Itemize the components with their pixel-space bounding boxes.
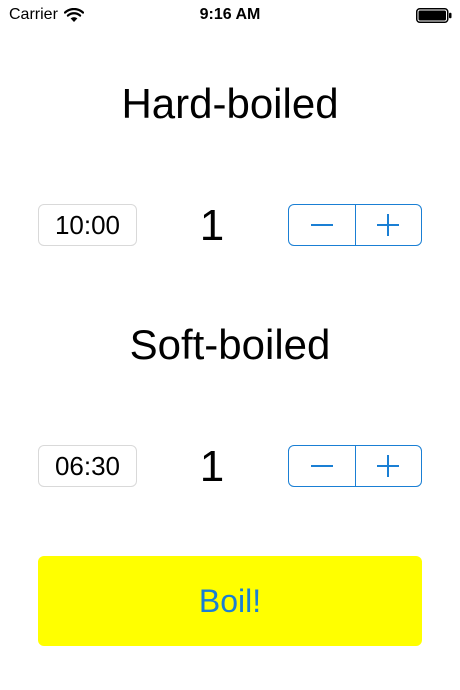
- hard-boiled-decrement-button[interactable]: [289, 205, 355, 245]
- status-time: 9:16 AM: [199, 6, 261, 23]
- soft-boiled-time-label: 06:30: [38, 445, 137, 487]
- plus-icon: [377, 214, 400, 236]
- soft-boiled-title: Soft-boiled: [129, 321, 331, 368]
- minus-icon: [310, 465, 333, 467]
- soft-boiled-decrement-button[interactable]: [289, 446, 355, 486]
- hard-boiled-title: Hard-boiled: [121, 80, 339, 127]
- minus-icon: [310, 224, 333, 226]
- battery-icon: [416, 8, 452, 23]
- soft-boiled-increment-button[interactable]: [354, 446, 422, 486]
- soft-boiled-count: 1: [199, 442, 225, 491]
- hard-boiled-increment-button[interactable]: [354, 205, 422, 245]
- hard-boiled-time-label: 10:00: [38, 204, 137, 246]
- boil-button[interactable]: Boil!: [38, 556, 422, 646]
- hard-boiled-stepper[interactable]: [288, 204, 422, 246]
- hard-boiled-count: 1: [199, 201, 225, 250]
- plus-icon: [377, 455, 400, 477]
- status-bar: Carrier 9:16 AM: [0, 0, 460, 30]
- boil-button-label: Boil!: [198, 582, 262, 619]
- soft-boiled-stepper[interactable]: [288, 445, 422, 487]
